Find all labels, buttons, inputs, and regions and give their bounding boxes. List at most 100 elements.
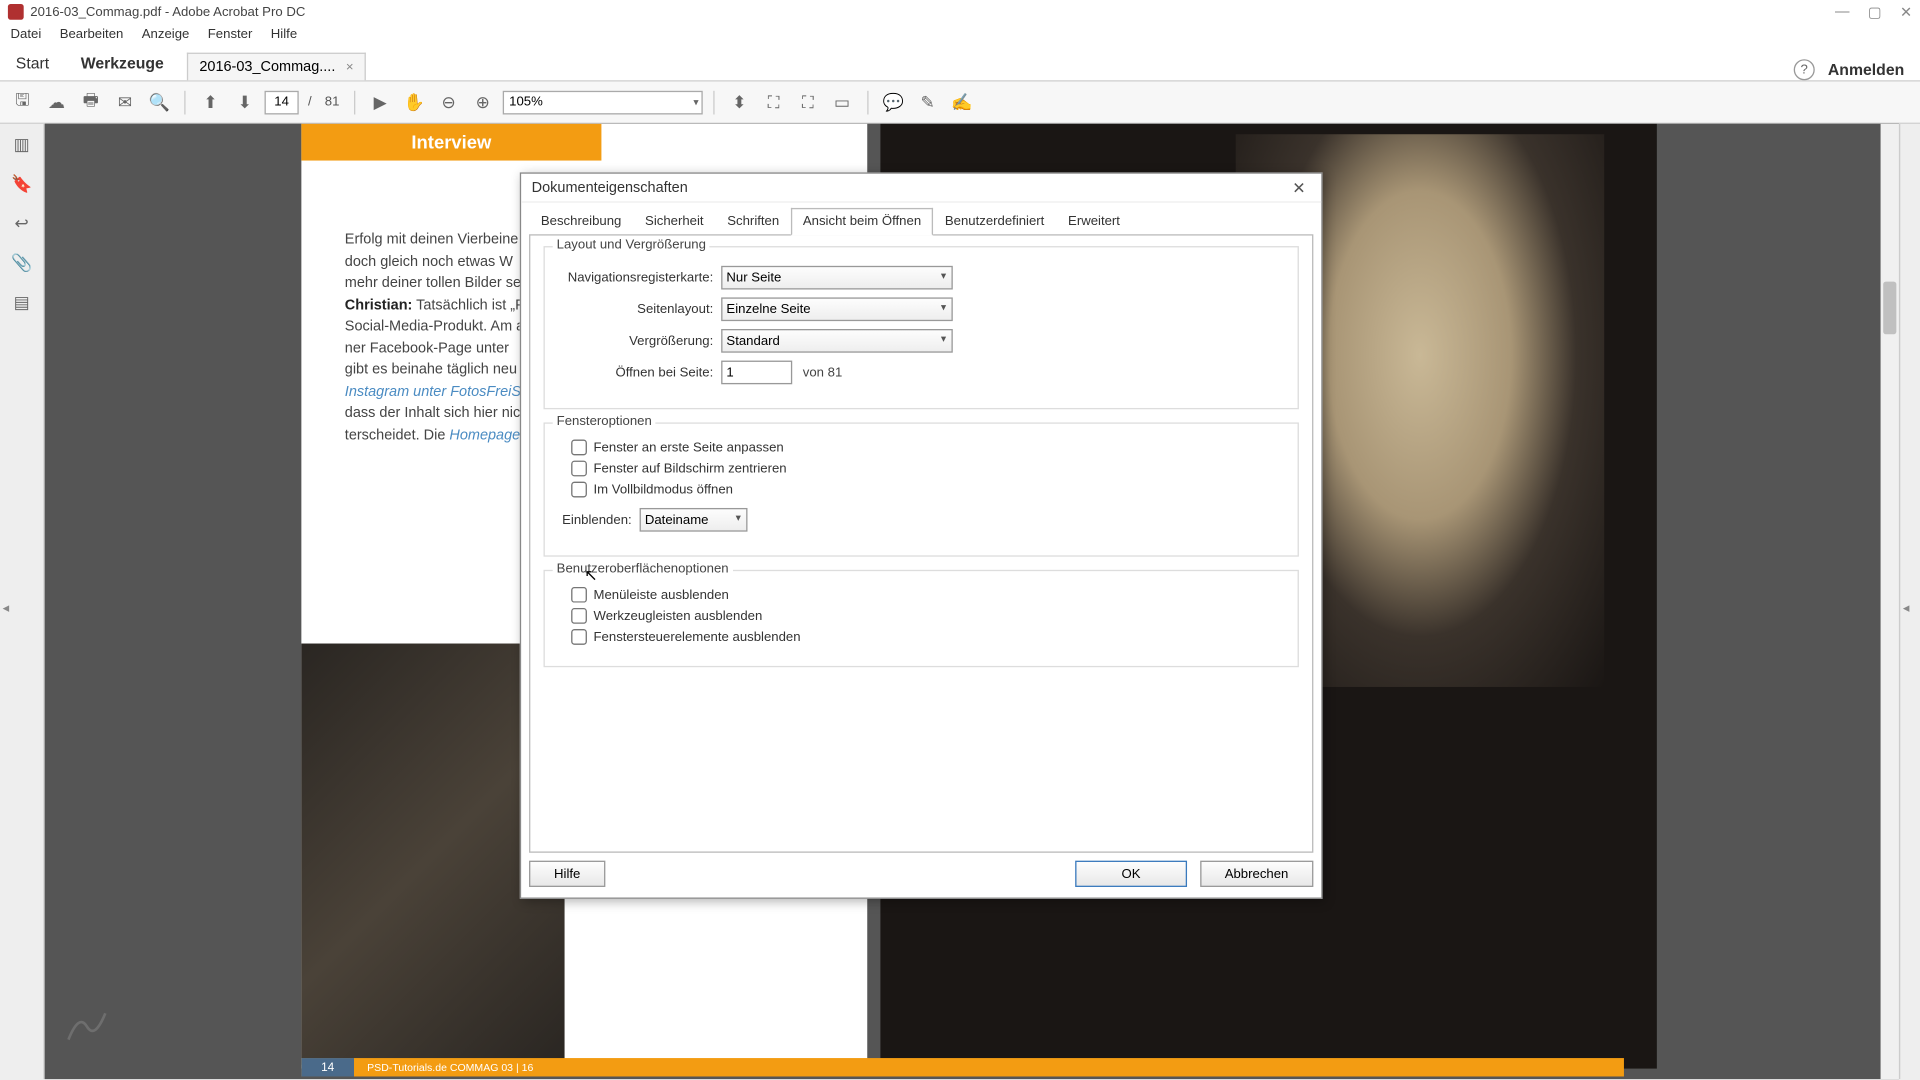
fit-width-icon[interactable]: ⬍ [725,88,754,117]
vertical-scrollbar[interactable] [1881,124,1899,1079]
chk-hide-toolbars[interactable] [571,608,587,624]
separator [713,90,714,114]
cancel-button[interactable]: Abbrechen [1200,861,1314,887]
print-icon[interactable]: 🖶 [76,88,105,117]
hand-tool-icon[interactable]: ✋ [400,88,429,117]
fieldset-layout: Layout und Vergrößerung Navigationsregis… [544,246,1299,409]
dialog-title: Dokumenteigenschaften [532,180,688,196]
tab-security[interactable]: Sicherheit [633,208,715,236]
select-page-layout[interactable]: Einzelne Seite [721,297,953,321]
separator [354,90,355,114]
tab-initial-view[interactable]: Ansicht beim Öffnen [791,208,933,236]
document-tab-label: 2016-03_Commag.... [199,59,335,75]
attachment-icon[interactable]: 📎 [11,253,32,274]
save-icon[interactable]: 🖫 [8,88,37,117]
chk-hide-menubar[interactable] [571,587,587,603]
page-number-input[interactable] [265,90,299,114]
tab-bar: Start Werkzeuge 2016-03_Commag.... × ? A… [0,45,1920,82]
title-bar: 2016-03_Commag.pdf - Adobe Acrobat Pro D… [0,0,1920,24]
select-show[interactable]: Dateiname [640,508,748,532]
document-tab-close[interactable]: × [346,60,354,74]
ok-button[interactable]: OK [1075,861,1186,887]
legend-layout: Layout und Vergrößerung [553,238,710,252]
menu-help[interactable]: Hilfe [271,27,297,41]
bookmark-icon[interactable]: 🔖 [11,174,32,195]
document-properties-dialog: Dokumenteigenschaften ✕ Beschreibung Sic… [520,172,1323,898]
sign-icon[interactable]: ✍ [947,88,976,117]
tab-advanced[interactable]: Erweitert [1056,208,1132,236]
tab-custom[interactable]: Benutzerdefiniert [933,208,1056,236]
document-tab[interactable]: 2016-03_Commag.... × [188,53,366,81]
read-mode-icon[interactable]: ▭ [828,88,857,117]
expand-left-icon[interactable]: ◂ [3,601,10,615]
fit-page-icon[interactable]: ⛶ [759,88,788,117]
menu-file[interactable]: Datei [11,27,42,41]
login-link[interactable]: Anmelden [1828,61,1904,79]
page-footer: 14 PSD-Tutorials.de COMMAG 03 | 16 [301,1058,1624,1076]
cloud-icon[interactable]: ☁ [42,88,71,117]
label-magnification: Vergrößerung: [558,334,713,348]
chk-hide-window-controls[interactable] [571,629,587,645]
footer-text: PSD-Tutorials.de COMMAG 03 | 16 [367,1061,533,1073]
thumbnails-icon[interactable]: ▥ [14,134,30,155]
zoom-in-icon[interactable]: ⊕ [468,88,497,117]
zoom-select[interactable] [503,90,703,114]
search-icon[interactable]: 🔍 [145,88,174,117]
label-show: Einblenden: [558,513,632,527]
expand-right-icon[interactable]: ◂ [1903,601,1910,615]
zoom-out-icon[interactable]: ⊖ [434,88,463,117]
layers-icon[interactable]: ▤ [14,292,30,313]
help-button[interactable]: Hilfe [529,861,605,887]
chk-resize-window[interactable] [571,440,587,456]
label-page-layout: Seitenlayout: [558,302,713,316]
label-total-pages: von 81 [803,365,843,379]
dialog-buttons: Hilfe OK Abbrechen [529,861,1313,887]
page-separator: / [308,95,312,109]
page-total: 81 [325,95,340,109]
fieldset-ui-options: Benutzeroberflächenoptionen Menüleiste a… [544,570,1299,667]
select-tool-icon[interactable]: ▶ [366,88,395,117]
input-open-page[interactable] [721,361,792,385]
help-icon[interactable]: ? [1794,59,1815,80]
highlight-icon[interactable]: ✎ [913,88,942,117]
legend-ui: Benutzeroberflächenoptionen [553,562,733,576]
separator [184,90,185,114]
footer-page-number: 14 [301,1058,354,1076]
label-open-page: Öffnen bei Seite: [558,365,713,379]
right-panel: ◂ [1899,124,1920,1079]
menu-window[interactable]: Fenster [208,27,253,41]
link-icon[interactable]: ↩ [15,213,29,234]
maximize-button[interactable]: ▢ [1868,3,1882,20]
dialog-body: Layout und Vergrößerung Navigationsregis… [529,234,1313,853]
select-magnification[interactable]: Standard [721,329,953,353]
toolbar: 🖫 ☁ 🖶 ✉ 🔍 ⬆ ⬇ / 81 ▶ ✋ ⊖ ⊕ ⬍ ⛶ ⛶ ▭ 💬 ✎ ✍ [0,82,1920,124]
fullscreen-icon[interactable]: ⛶ [793,88,822,117]
page-up-icon[interactable]: ⬆ [196,88,225,117]
tab-start[interactable]: Start [0,46,65,80]
chk-fullscreen[interactable] [571,482,587,498]
window-title: 2016-03_Commag.pdf - Adobe Acrobat Pro D… [30,5,305,19]
dialog-tabs: Beschreibung Sicherheit Schriften Ansich… [521,203,1321,236]
menu-view[interactable]: Anzeige [142,27,190,41]
dialog-titlebar: Dokumenteigenschaften ✕ [521,174,1321,203]
minimize-button[interactable]: — [1835,3,1849,20]
comment-icon[interactable]: 💬 [879,88,908,117]
page-down-icon[interactable]: ⬇ [230,88,259,117]
tab-tools[interactable]: Werkzeuge [65,46,180,80]
interview-heading: Interview [301,124,601,161]
menu-edit[interactable]: Bearbeiten [60,27,124,41]
scrollbar-thumb[interactable] [1883,282,1896,335]
watermark-logo [55,990,118,1053]
legend-window: Fensteroptionen [553,415,656,429]
fieldset-window-options: Fensteroptionen Fenster an erste Seite a… [544,422,1299,556]
tab-description[interactable]: Beschreibung [529,208,633,236]
dialog-close-button[interactable]: ✕ [1287,178,1311,196]
app-icon [8,4,24,20]
close-button[interactable]: ✕ [1900,3,1912,20]
select-navigation[interactable]: Nur Seite [721,266,953,290]
label-navigation: Navigationsregisterkarte: [558,270,713,284]
chk-center-window[interactable] [571,461,587,477]
menu-bar: Datei Bearbeiten Anzeige Fenster Hilfe [0,24,1920,45]
tab-fonts[interactable]: Schriften [715,208,791,236]
mail-icon[interactable]: ✉ [111,88,140,117]
